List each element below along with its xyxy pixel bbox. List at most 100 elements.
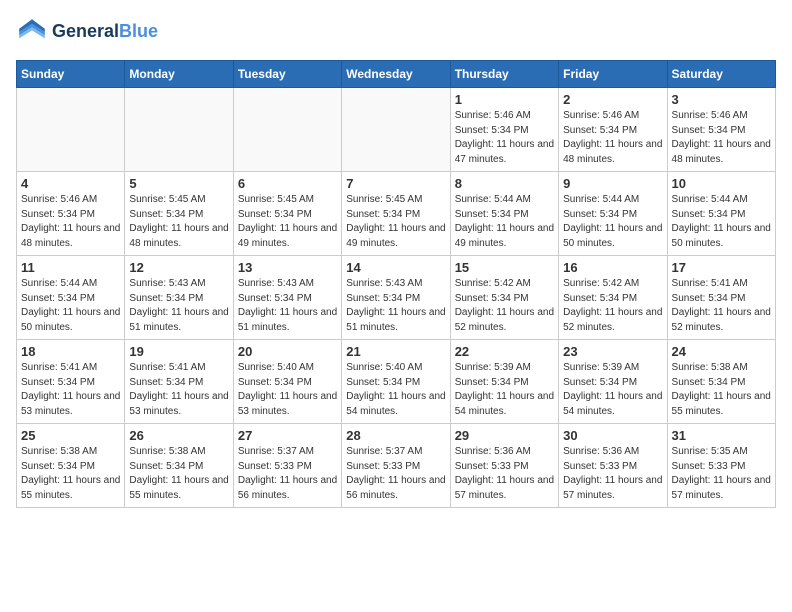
- calendar-day-cell: 26 Sunrise: 5:38 AMSunset: 5:34 PMDayligh…: [125, 424, 233, 508]
- day-info: Sunrise: 5:44 AMSunset: 5:34 PMDaylight:…: [455, 193, 554, 251]
- calendar-week-row: 1Sunrise: 5:46 AMSunset: 5:34 PMDaylight…: [17, 88, 776, 172]
- calendar-day-cell: 15 Sunrise: 5:42 AMSunset: 5:34 PMDayligh…: [450, 256, 558, 340]
- weekday-header-thursday: Thursday: [450, 61, 558, 88]
- day-number: 15: [455, 260, 554, 275]
- weekday-header-saturday: Saturday: [667, 61, 775, 88]
- calendar-day-cell: 6 Sunrise: 5:45 AMSunset: 5:34 PMDaylight…: [233, 172, 341, 256]
- day-number: 5: [129, 176, 228, 191]
- weekday-header-row: SundayMondayTuesdayWednesdayThursdayFrid…: [17, 61, 776, 88]
- calendar-day-cell: 19Sunrise: 5:41 AMSunset: 5:34 PMDayligh…: [125, 340, 233, 424]
- page-header: GeneralBlue: [16, 16, 776, 48]
- day-info: Sunrise: 5:44 AMSunset: 5:34 PMDaylight:…: [563, 193, 662, 251]
- day-number: 3: [672, 92, 771, 107]
- day-info: Sunrise: 5:43 AMSunset: 5:34 PMDaylight:…: [129, 277, 228, 335]
- day-number: 23: [563, 344, 662, 359]
- calendar-day-cell: 23Sunrise: 5:39 AMSunset: 5:34 PMDayligh…: [559, 340, 667, 424]
- calendar-day-cell: 5 Sunrise: 5:45 AMSunset: 5:34 PMDaylight…: [125, 172, 233, 256]
- day-info: Sunrise: 5:38 AMSunset: 5:34 PMDaylight:…: [672, 361, 771, 419]
- day-number: 29: [455, 428, 554, 443]
- day-number: 19: [129, 344, 228, 359]
- day-info: Sunrise: 5:42 AMSunset: 5:34 PMDaylight:…: [455, 277, 554, 335]
- calendar-day-cell: [17, 88, 125, 172]
- day-info: Sunrise: 5:39 AMSunset: 5:34 PMDaylight:…: [455, 361, 554, 419]
- day-number: 7: [346, 176, 445, 191]
- weekday-header-wednesday: Wednesday: [342, 61, 450, 88]
- calendar-day-cell: 22Sunrise: 5:39 AMSunset: 5:34 PMDayligh…: [450, 340, 558, 424]
- logo-text: GeneralBlue: [52, 22, 158, 42]
- calendar-day-cell: 12 Sunrise: 5:43 AMSunset: 5:34 PMDayligh…: [125, 256, 233, 340]
- calendar-day-cell: 11 Sunrise: 5:44 AMSunset: 5:34 PMDayligh…: [17, 256, 125, 340]
- day-info: Sunrise: 5:44 AMSunset: 5:34 PMDaylight:…: [21, 277, 120, 335]
- day-number: 11: [21, 260, 120, 275]
- calendar-day-cell: 4 Sunrise: 5:46 AMSunset: 5:34 PMDaylight…: [17, 172, 125, 256]
- calendar-day-cell: 10 Sunrise: 5:44 AMSunset: 5:34 PMDayligh…: [667, 172, 775, 256]
- calendar-day-cell: 2 Sunrise: 5:46 AMSunset: 5:34 PMDaylight…: [559, 88, 667, 172]
- calendar-table: SundayMondayTuesdayWednesdayThursdayFrid…: [16, 60, 776, 508]
- calendar-day-cell: 30 Sunrise: 5:36 AMSunset: 5:33 PMDayligh…: [559, 424, 667, 508]
- calendar-day-cell: 27 Sunrise: 5:37 AMSunset: 5:33 PMDayligh…: [233, 424, 341, 508]
- day-number: 8: [455, 176, 554, 191]
- day-info: Sunrise: 5:44 AMSunset: 5:34 PMDaylight:…: [672, 193, 771, 251]
- calendar-day-cell: 17 Sunrise: 5:41 AMSunset: 5:34 PMDayligh…: [667, 256, 775, 340]
- calendar-day-cell: 21 Sunrise: 5:40 AMSunset: 5:34 PMDayligh…: [342, 340, 450, 424]
- calendar-day-cell: 13Sunrise: 5:43 AMSunset: 5:34 PMDayligh…: [233, 256, 341, 340]
- day-number: 27: [238, 428, 337, 443]
- day-number: 9: [563, 176, 662, 191]
- weekday-header-tuesday: Tuesday: [233, 61, 341, 88]
- day-number: 16: [563, 260, 662, 275]
- logo: GeneralBlue: [16, 16, 158, 48]
- day-number: 26: [129, 428, 228, 443]
- day-number: 12: [129, 260, 228, 275]
- calendar-day-cell: 1Sunrise: 5:46 AMSunset: 5:34 PMDaylight…: [450, 88, 558, 172]
- calendar-day-cell: [125, 88, 233, 172]
- day-info: Sunrise: 5:41 AMSunset: 5:34 PMDaylight:…: [672, 277, 771, 335]
- day-info: Sunrise: 5:37 AMSunset: 5:33 PMDaylight:…: [238, 445, 337, 503]
- day-info: Sunrise: 5:40 AMSunset: 5:34 PMDaylight:…: [238, 361, 337, 419]
- day-info: Sunrise: 5:45 AMSunset: 5:34 PMDaylight:…: [129, 193, 228, 251]
- calendar-day-cell: 8 Sunrise: 5:44 AMSunset: 5:34 PMDaylight…: [450, 172, 558, 256]
- day-number: 28: [346, 428, 445, 443]
- day-number: 6: [238, 176, 337, 191]
- day-info: Sunrise: 5:46 AMSunset: 5:34 PMDaylight:…: [563, 109, 662, 167]
- day-info: Sunrise: 5:41 AMSunset: 5:34 PMDaylight:…: [21, 361, 120, 419]
- day-info: Sunrise: 5:37 AMSunset: 5:33 PMDaylight:…: [346, 445, 445, 503]
- calendar-day-cell: 3 Sunrise: 5:46 AMSunset: 5:34 PMDaylight…: [667, 88, 775, 172]
- day-info: Sunrise: 5:45 AMSunset: 5:34 PMDaylight:…: [238, 193, 337, 251]
- day-number: 2: [563, 92, 662, 107]
- calendar-day-cell: 14 Sunrise: 5:43 AMSunset: 5:34 PMDayligh…: [342, 256, 450, 340]
- day-info: Sunrise: 5:38 AMSunset: 5:34 PMDaylight:…: [129, 445, 228, 503]
- day-info: Sunrise: 5:46 AMSunset: 5:34 PMDaylight:…: [672, 109, 771, 167]
- day-number: 17: [672, 260, 771, 275]
- calendar-day-cell: 28 Sunrise: 5:37 AMSunset: 5:33 PMDayligh…: [342, 424, 450, 508]
- day-info: Sunrise: 5:36 AMSunset: 5:33 PMDaylight:…: [563, 445, 662, 503]
- day-info: Sunrise: 5:43 AMSunset: 5:34 PMDaylight:…: [346, 277, 445, 335]
- day-info: Sunrise: 5:38 AMSunset: 5:34 PMDaylight:…: [21, 445, 120, 503]
- day-number: 14: [346, 260, 445, 275]
- day-info: Sunrise: 5:35 AMSunset: 5:33 PMDaylight:…: [672, 445, 771, 503]
- logo-icon: [16, 16, 48, 48]
- day-number: 20: [238, 344, 337, 359]
- weekday-header-friday: Friday: [559, 61, 667, 88]
- calendar-day-cell: [233, 88, 341, 172]
- day-info: Sunrise: 5:46 AMSunset: 5:34 PMDaylight:…: [21, 193, 120, 251]
- calendar-day-cell: 24 Sunrise: 5:38 AMSunset: 5:34 PMDayligh…: [667, 340, 775, 424]
- day-number: 4: [21, 176, 120, 191]
- day-number: 10: [672, 176, 771, 191]
- weekday-header-monday: Monday: [125, 61, 233, 88]
- day-number: 18: [21, 344, 120, 359]
- calendar-week-row: 18 Sunrise: 5:41 AMSunset: 5:34 PMDayligh…: [17, 340, 776, 424]
- day-number: 21: [346, 344, 445, 359]
- day-info: Sunrise: 5:42 AMSunset: 5:34 PMDaylight:…: [563, 277, 662, 335]
- day-info: Sunrise: 5:36 AMSunset: 5:33 PMDaylight:…: [455, 445, 554, 503]
- calendar-day-cell: 29 Sunrise: 5:36 AMSunset: 5:33 PMDayligh…: [450, 424, 558, 508]
- day-info: Sunrise: 5:46 AMSunset: 5:34 PMDaylight:…: [455, 109, 554, 167]
- day-number: 13: [238, 260, 337, 275]
- calendar-day-cell: 18 Sunrise: 5:41 AMSunset: 5:34 PMDayligh…: [17, 340, 125, 424]
- calendar-day-cell: 7 Sunrise: 5:45 AMSunset: 5:34 PMDaylight…: [342, 172, 450, 256]
- day-number: 24: [672, 344, 771, 359]
- day-info: Sunrise: 5:45 AMSunset: 5:34 PMDaylight:…: [346, 193, 445, 251]
- calendar-week-row: 25Sunrise: 5:38 AMSunset: 5:34 PMDayligh…: [17, 424, 776, 508]
- day-info: Sunrise: 5:40 AMSunset: 5:34 PMDaylight:…: [346, 361, 445, 419]
- day-number: 30: [563, 428, 662, 443]
- calendar-day-cell: 9 Sunrise: 5:44 AMSunset: 5:34 PMDaylight…: [559, 172, 667, 256]
